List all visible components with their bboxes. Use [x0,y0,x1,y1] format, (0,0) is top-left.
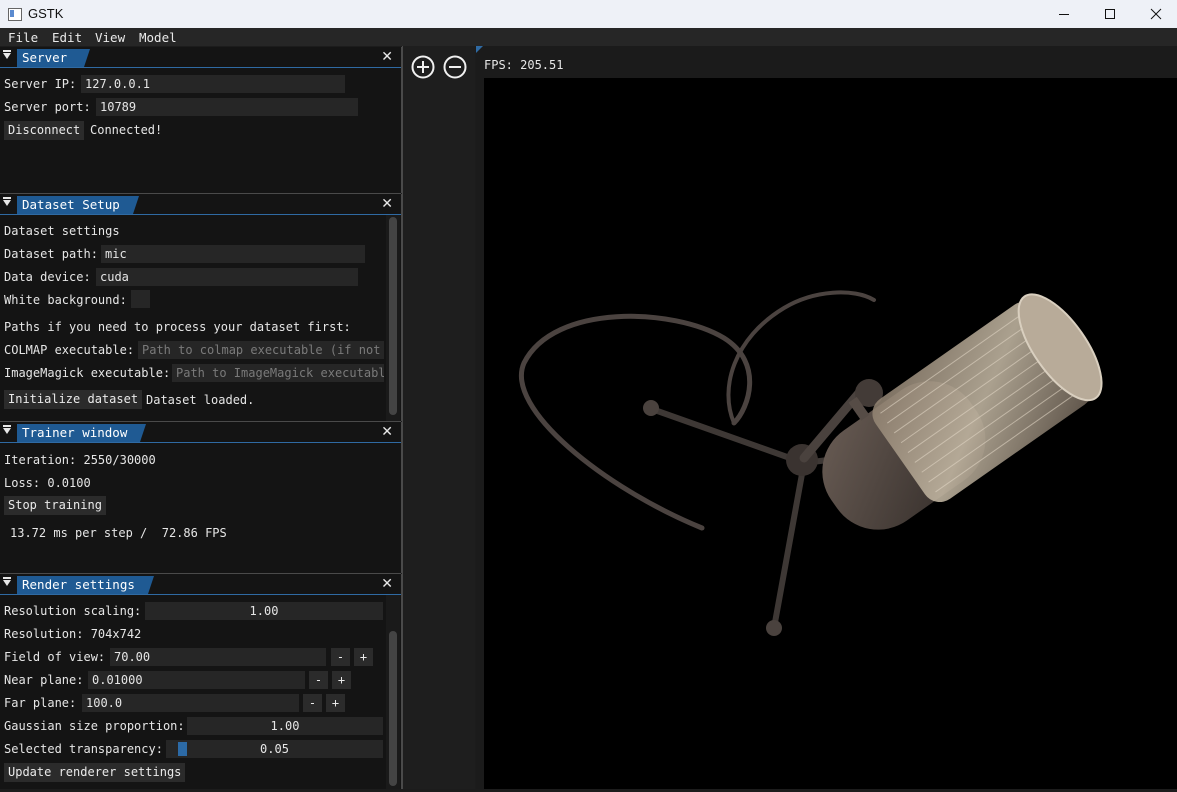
render-panel-header: Render settings ✕ [0,574,401,595]
tab-trainer-window[interactable]: Trainer window [17,424,146,442]
collapse-triangle-icon[interactable] [3,197,11,206]
server-ip-input[interactable]: 127.0.0.1 [81,75,345,93]
process-heading: Paths if you need to process your datase… [4,320,351,334]
close-panel-icon[interactable]: ✕ [381,576,393,592]
maximize-icon [1105,9,1115,19]
dataset-scrollbar[interactable] [386,215,400,421]
dataset-panel: Dataset Setup ✕ Dataset settings Dataset… [0,194,402,421]
resolution-text: Resolution: 704x742 [4,627,142,641]
menu-bar: File Edit View Model [0,28,1177,46]
server-panel: Server ✕ Server IP: 127.0.0.1 Server por… [0,47,402,193]
server-port-input[interactable]: 10789 [96,98,358,116]
trainer-panel: Trainer window ✕ Iteration: 2550/30000 L… [0,422,402,573]
white-background-checkbox[interactable] [131,290,150,308]
imagemagick-path-input[interactable]: Path to ImageMagick executable [172,364,384,382]
menu-edit[interactable]: Edit [52,30,82,45]
fov-increment-button[interactable]: + [354,648,373,666]
white-background-label: White background: [4,293,127,307]
server-panel-header: Server ✕ [0,47,401,68]
tab-server[interactable]: Server [17,49,90,67]
render-canvas[interactable] [484,78,1177,789]
microphone-render [519,290,1103,636]
menu-view[interactable]: View [95,30,125,45]
update-renderer-button[interactable]: Update renderer settings [4,763,186,782]
data-device-input[interactable]: cuda [96,268,358,286]
near-plane-label: Near plane: [4,673,84,687]
colmap-label: COLMAP executable: [4,343,135,357]
close-panel-icon[interactable]: ✕ [381,424,393,440]
render-panel: Render settings ✕ Resolution scaling: 1.… [0,574,402,789]
maximize-button[interactable] [1087,0,1133,28]
close-icon [1150,8,1162,20]
collapse-triangle-icon[interactable] [3,50,11,59]
close-panel-icon[interactable]: ✕ [381,196,393,212]
far-plane-label: Far plane: [4,696,77,710]
server-port-label: Server port: [4,100,91,114]
fov-input[interactable]: 70.00 [110,648,326,666]
close-panel-icon[interactable]: ✕ [381,49,393,65]
collapse-triangle-icon[interactable] [3,425,11,434]
far-decrement-button[interactable]: - [303,694,322,712]
fps-readout: FPS: 205.51 [484,58,564,72]
loss-text: Loss: 0.0100 [4,476,91,490]
iteration-text: Iteration: 2550/30000 [4,453,156,467]
data-device-label: Data device: [4,270,91,284]
dataset-path-label: Dataset path: [4,247,98,261]
viewport-toolstrip [402,46,475,789]
transparency-slider[interactable]: 0.05 [166,740,383,758]
menu-model[interactable]: Model [139,30,177,45]
far-plane-input[interactable]: 100.0 [82,694,299,712]
close-window-button[interactable] [1133,0,1177,28]
dataset-status: Dataset loaded. [146,393,255,407]
render-scrollbar-thumb[interactable] [389,631,397,786]
near-plane-input[interactable]: 0.01000 [88,671,305,689]
imagemagick-label: ImageMagick executable: [4,366,171,380]
minimize-icon [1059,14,1069,15]
window-title: GSTK [28,6,64,21]
far-increment-button[interactable]: + [326,694,345,712]
app-icon [8,8,22,21]
tab-render-settings[interactable]: Render settings [17,576,154,594]
connection-status: Connected! [90,123,163,137]
gaussian-size-slider[interactable]: 1.00 [187,717,383,735]
near-decrement-button[interactable]: - [309,671,328,689]
resolution-scaling-label: Resolution scaling: [4,604,142,618]
fov-decrement-button[interactable]: - [331,648,350,666]
colmap-path-input[interactable]: Path to colmap executable (if not i [138,341,384,359]
disconnect-button[interactable]: Disconnect [4,121,85,140]
trainer-panel-header: Trainer window ✕ [0,422,401,443]
stop-training-button[interactable]: Stop training [4,496,106,515]
near-increment-button[interactable]: + [332,671,351,689]
dataset-scrollbar-thumb[interactable] [389,217,397,415]
minimize-button[interactable] [1041,0,1087,28]
transparency-label: Selected transparency: [4,742,163,756]
zoom-in-icon[interactable] [411,55,435,79]
initialize-dataset-button[interactable]: Initialize dataset [4,390,143,409]
title-bar: GSTK [0,0,1177,28]
gaussian-size-label: Gaussian size proportion: [4,719,185,733]
server-ip-label: Server IP: [4,77,77,91]
menu-file[interactable]: File [8,30,38,45]
zoom-out-icon[interactable] [443,55,467,79]
dataset-panel-header: Dataset Setup ✕ [0,194,401,215]
tab-dataset-setup[interactable]: Dataset Setup [17,196,139,214]
dataset-settings-heading: Dataset settings [4,224,120,238]
timing-text: 13.72 ms per step / 72.86 FPS [10,526,227,540]
resolution-scaling-slider[interactable]: 1.00 [145,602,383,620]
viewport-corner-marker [476,46,483,53]
dataset-path-input[interactable]: mic [101,245,365,263]
transparency-value: 0.05 [260,742,289,756]
render-scrollbar[interactable] [386,595,400,789]
fov-label: Field of view: [4,650,106,664]
collapse-triangle-icon[interactable] [3,577,11,586]
